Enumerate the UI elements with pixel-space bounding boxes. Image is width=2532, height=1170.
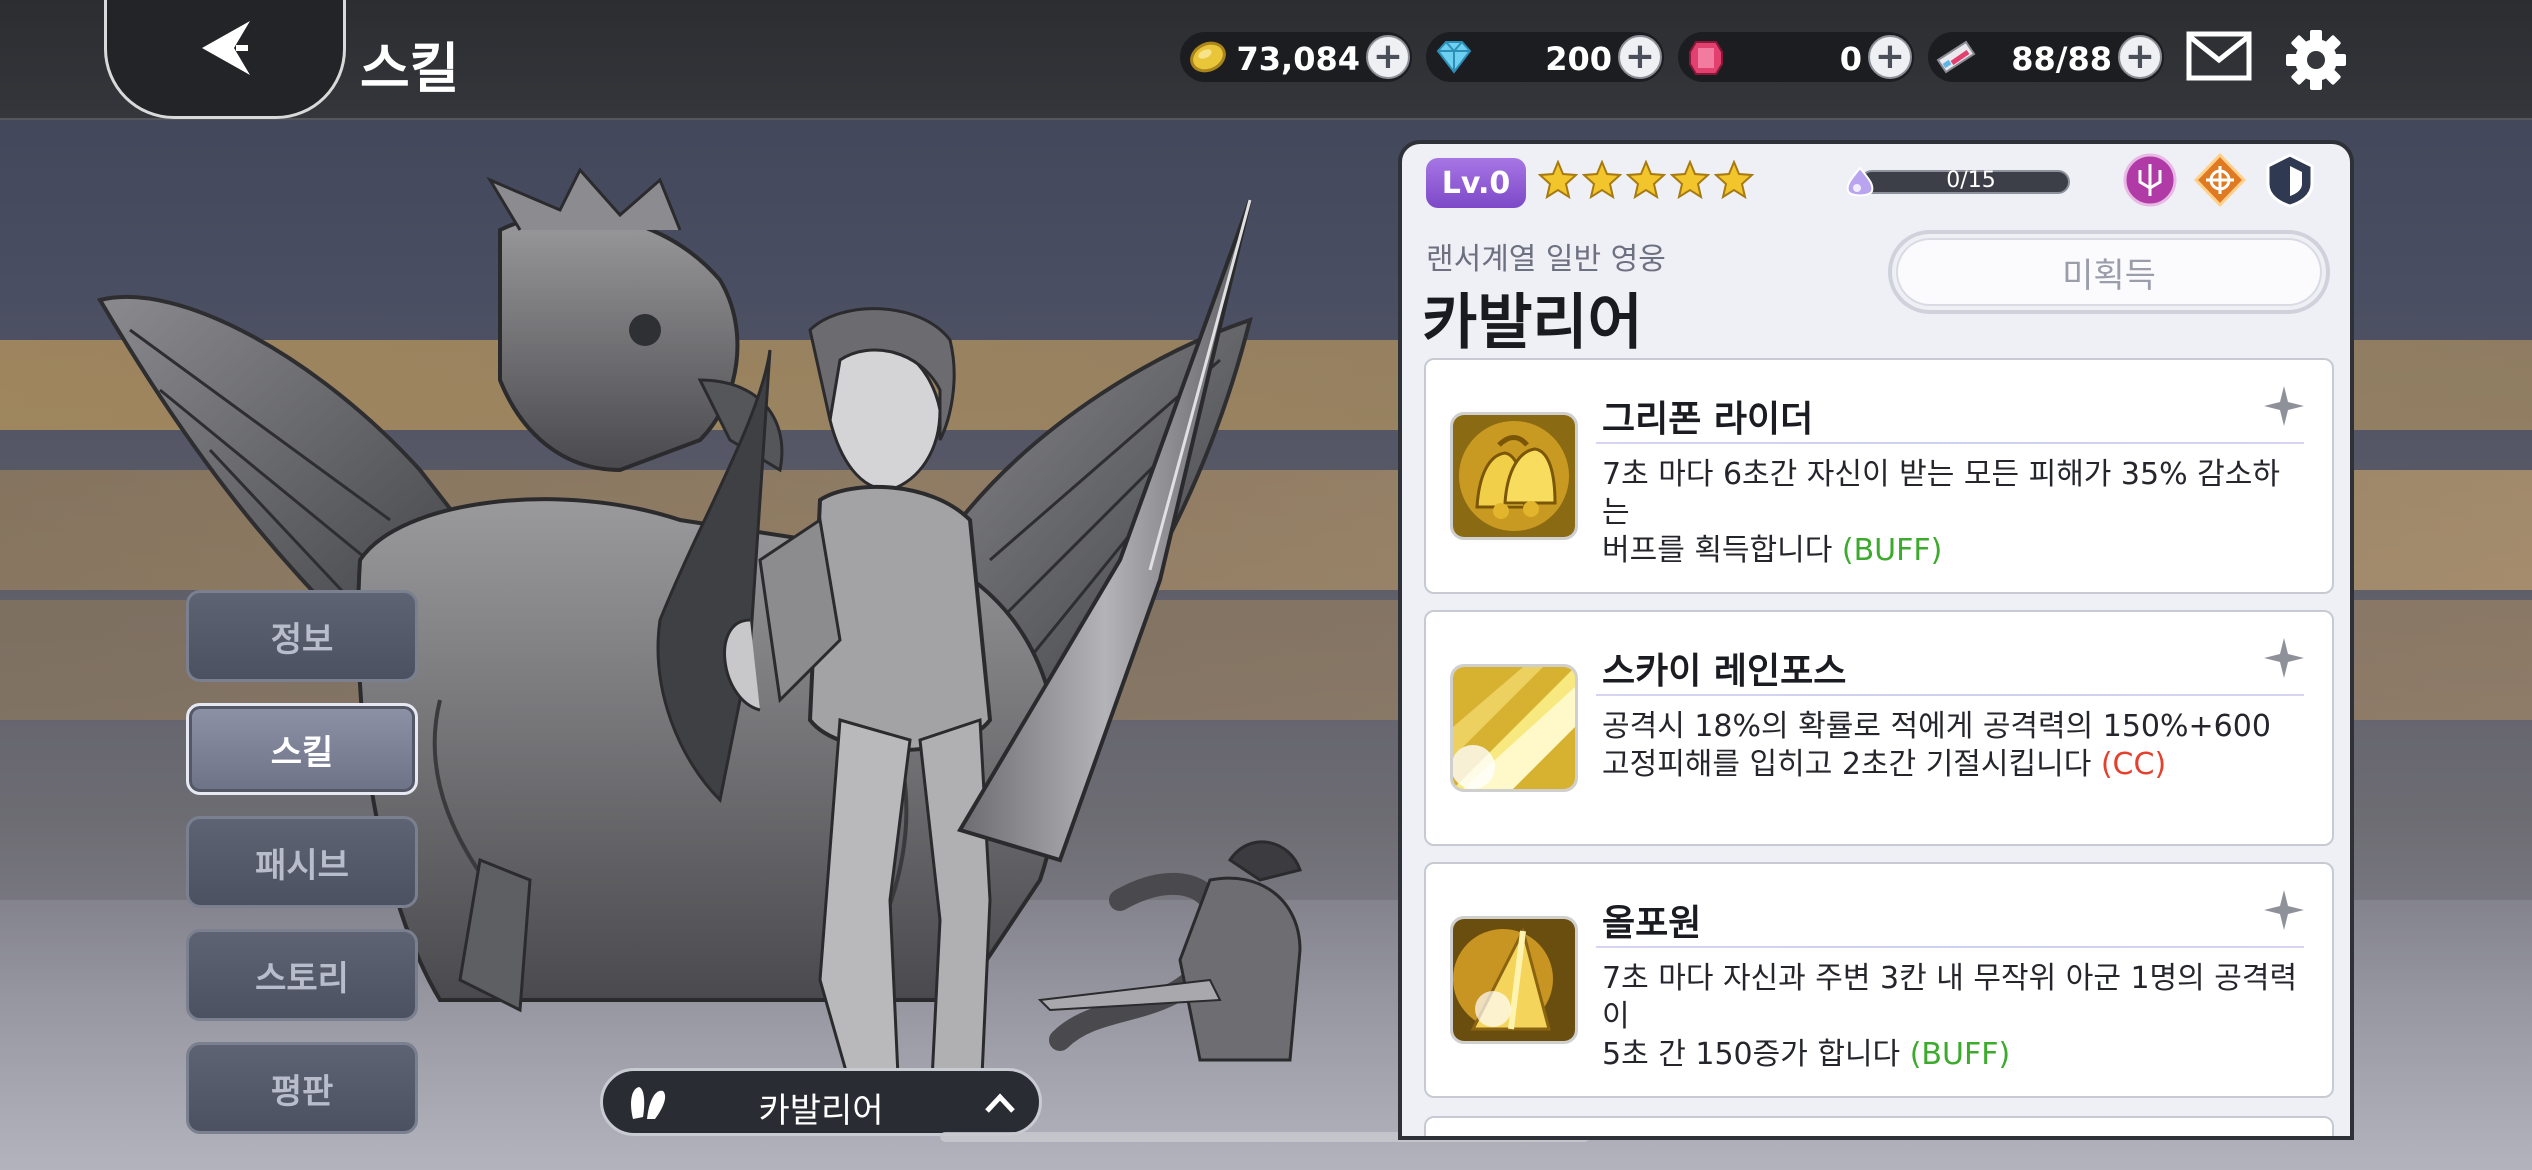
skill-description: 공격시 18%의 확률로 적에게 공격력의 150%+600 고정피해를 입히고…: [1602, 709, 2271, 782]
level-badge: Lv.0: [1426, 158, 1526, 208]
skill-name: 그리폰 라이더: [1602, 399, 1814, 440]
star-icon: [1582, 160, 1622, 200]
shield-icon[interactable]: [2262, 152, 2318, 208]
tab-passive[interactable]: 패시브: [186, 816, 418, 908]
soul-orb-icon: [1846, 166, 1874, 197]
divider: [1596, 442, 2304, 444]
chevron-up-icon: [985, 1093, 1015, 1113]
diamond-amount: 200: [1545, 40, 1612, 78]
hero-selector-name: 카발리어: [758, 1091, 884, 1131]
skill-tag: (BUFF): [1909, 1037, 2011, 1072]
acquire-status-button[interactable]: 미획득: [1888, 230, 2330, 314]
skill-tag: (CC): [2100, 747, 2167, 782]
skill-tag: (BUFF): [1841, 533, 1943, 568]
hero-class-subtitle: 랜서계열 일반 영웅: [1426, 242, 1666, 277]
sparkle-icon[interactable]: [2262, 636, 2306, 680]
trident-icon[interactable]: [2122, 152, 2178, 208]
skill-name: 스카이 레인포스: [1602, 651, 1847, 692]
hero-info-panel: Lv.0 0/15 랜서계열 일반 영웅 카발리어 미획득 그리폰 라이더 7초…: [1398, 140, 2354, 1140]
diamond-icon: [1436, 41, 1472, 74]
add-diamond-button[interactable]: +: [1618, 35, 1662, 79]
diamond-counter: 200 +: [1426, 32, 1664, 82]
stamina-counter: 88/88 +: [1928, 32, 2164, 82]
gold-counter: 73,084 +: [1180, 32, 1412, 82]
skill-card[interactable]: 그리폰 라이더 7초 마다 6초간 자신이 받는 모든 피해가 35% 감소하는…: [1424, 358, 2334, 594]
star-icon: [1538, 160, 1578, 200]
ticket-icon: [1936, 40, 1976, 74]
skill-name: 올포원: [1602, 903, 1702, 944]
top-bar: 스킬 73,084 + 200 + 0 + 88/88 +: [0, 0, 2532, 120]
golden-bells-icon: [1450, 412, 1578, 540]
ruby-icon: [1689, 41, 1723, 75]
tab-info[interactable]: 정보: [186, 590, 418, 682]
sparkle-icon[interactable]: [2262, 384, 2306, 428]
tab-skill[interactable]: 스킬: [186, 703, 418, 795]
sun-emblem-icon[interactable]: [2192, 152, 2248, 208]
stamina-amount: 88/88: [2011, 40, 2112, 78]
skill-description: 7초 마다 자신과 주변 3칸 내 무작위 아군 1명의 공격력이 5초 간 1…: [1602, 961, 2298, 1072]
light-burst-icon: [1450, 664, 1578, 792]
star-icon: [1626, 160, 1666, 200]
add-gold-button[interactable]: +: [1366, 35, 1410, 79]
back-button[interactable]: [104, 0, 346, 119]
skill-card-partial[interactable]: [1424, 1116, 2334, 1136]
divider: [1596, 694, 2304, 696]
skill-description: 7초 마다 6초간 자신이 받는 모든 피해가 35% 감소하는 버프를 획득합…: [1602, 457, 2280, 568]
awaken-progress: 0/15: [1836, 162, 2070, 202]
star-icon: [1670, 160, 1710, 200]
ruby-amount: 0: [1839, 40, 1862, 78]
star-icon: [1714, 160, 1754, 200]
divider: [1596, 946, 2304, 948]
tab-reputation[interactable]: 평판: [186, 1042, 418, 1134]
ruby-counter: 0 +: [1678, 32, 1914, 82]
gear-icon[interactable]: [2284, 28, 2348, 92]
tab-story[interactable]: 스토리: [186, 929, 418, 1021]
skill-card[interactable]: 스카이 레인포스 공격시 18%의 확률로 적에게 공격력의 150%+600 …: [1424, 610, 2334, 846]
hero-name: 카발리어: [1422, 288, 1643, 358]
gold-coin-icon: [1190, 41, 1226, 73]
sparkle-icon[interactable]: [2262, 888, 2306, 932]
hero-selector[interactable]: 카발리어: [600, 1068, 1042, 1136]
back-arrow-icon: [202, 21, 250, 75]
skill-card[interactable]: 올포원 7초 마다 자신과 주변 3칸 내 무작위 아군 1명의 공격력이 5초…: [1424, 862, 2334, 1098]
mail-icon[interactable]: [2186, 28, 2252, 86]
page-title: 스킬: [360, 37, 460, 100]
progress-text: 0/15: [1946, 168, 1996, 193]
gold-amount: 73,084: [1236, 40, 1360, 78]
star-rating: [1538, 160, 1754, 200]
golden-spear-icon: [1450, 916, 1578, 1044]
add-stamina-button[interactable]: +: [2118, 35, 2162, 79]
add-ruby-button[interactable]: +: [1868, 35, 1912, 79]
